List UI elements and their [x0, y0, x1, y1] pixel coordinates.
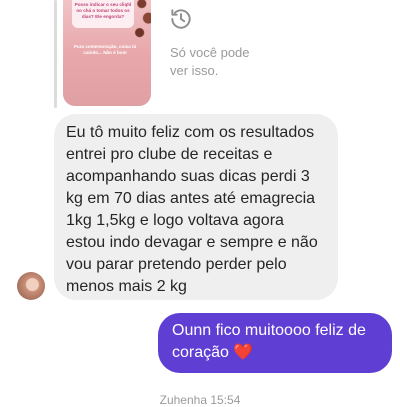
reply-thread-line	[54, 0, 57, 108]
heart-emoji-icon: ❤️	[233, 344, 254, 361]
story-thumbnail[interactable]: Posso indicar o seu cliqhl no chá o toma…	[63, 0, 151, 106]
view-once-label: Só você pode ver isso.	[170, 45, 250, 78]
avatar[interactable]	[17, 272, 45, 300]
incoming-message-bubble[interactable]: Eu tô muito feliz com os resultados entr…	[54, 114, 338, 300]
outgoing-message-bubble[interactable]: Ounn fico muitoooo feliz de coração ❤️	[158, 313, 392, 373]
story-overlay-text: Pura comemoração, coisa tá caindo... Não…	[73, 44, 137, 55]
story-question-card: Posso indicar o seu cliqhl no chá o toma…	[72, 0, 134, 28]
story-plant-image	[133, 0, 151, 50]
message-timestamp: Zuhenha 15:54	[159, 393, 241, 407]
history-icon	[171, 9, 191, 29]
incoming-message-text: Eu tô muito feliz com os resultados entr…	[66, 124, 318, 295]
outgoing-message-text: Ounn fico muitoooo feliz de coração	[172, 322, 366, 361]
